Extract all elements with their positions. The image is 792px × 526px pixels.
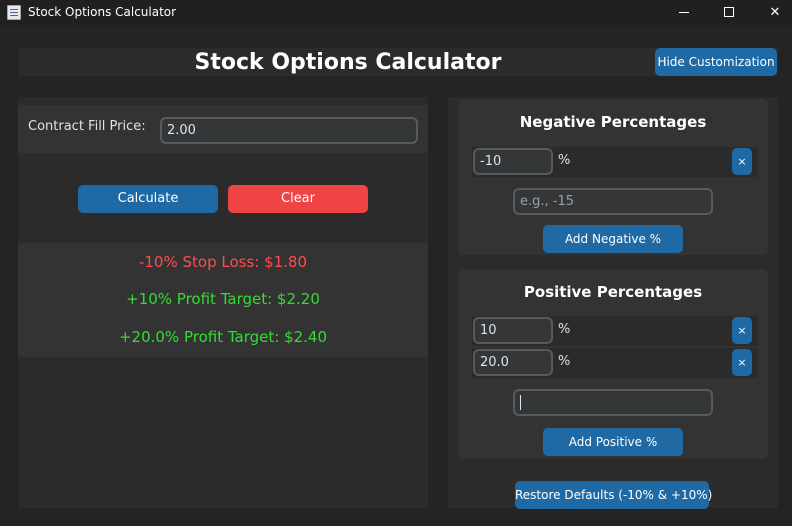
customization-panel: Negative Percentages -10 % × e.g., -15 A… [448,97,778,509]
minimize-button[interactable] [662,0,708,26]
close-icon: ✕ [769,5,781,20]
add-negative-button[interactable]: Add Negative % [543,225,683,253]
remove-positive-button[interactable]: × [732,317,752,344]
positive-entry-input[interactable] [513,389,713,416]
clear-button[interactable]: Clear [228,185,368,213]
remove-icon: × [737,155,747,168]
percent-sign: % [558,153,571,168]
stop-loss-result: -10% Stop Loss: $1.80 [138,253,308,271]
remove-negative-button[interactable]: × [732,148,752,175]
positive-value-input[interactable]: 10 [473,317,553,344]
hide-customization-button[interactable]: Hide Customization [655,48,777,76]
close-button[interactable]: ✕ [752,0,792,26]
remove-positive-button[interactable]: × [732,349,752,376]
fill-price-row: Contract Fill Price: 2.00 [18,105,428,153]
maximize-icon [724,7,734,17]
text-cursor [520,395,521,410]
percent-sign: % [558,354,571,369]
negative-section-title: Negative Percentages [519,113,707,131]
calculator-panel: Contract Fill Price: 2.00 Calculate Clea… [18,97,428,508]
minimize-icon [679,12,689,13]
app-icon [7,5,21,20]
positive-percentages-section: Positive Percentages 10 % × 20.0 % × Add… [458,269,768,459]
fill-price-input[interactable]: 2.00 [160,117,418,144]
profit-target-result: +20.0% Profit Target: $2.40 [118,328,328,346]
remove-icon: × [737,324,747,337]
percent-sign: % [558,322,571,337]
negative-value-input[interactable]: -10 [473,148,553,175]
title-bar: Stock Options Calculator ✕ [0,0,792,26]
results-panel: -10% Stop Loss: $1.80 +10% Profit Target… [18,243,428,357]
remove-icon: × [737,356,747,369]
profit-target-result: +10% Profit Target: $2.20 [126,290,320,308]
header-bar: Stock Options Calculator Hide Customizat… [18,48,778,76]
add-positive-button[interactable]: Add Positive % [543,428,683,456]
window-title: Stock Options Calculator [28,5,177,19]
restore-defaults-button[interactable]: Restore Defaults (-10% & +10%) [515,481,712,509]
maximize-button[interactable] [706,0,752,26]
negative-percentages-section: Negative Percentages -10 % × e.g., -15 A… [458,99,768,255]
positive-section-title: Positive Percentages [523,283,703,301]
calculate-button[interactable]: Calculate [78,185,218,213]
page-title: Stock Options Calculator [194,50,502,75]
negative-entry-input[interactable]: e.g., -15 [513,188,713,215]
app-window: Stock Options Calculator ✕ Stock Options… [0,0,792,526]
fill-price-label: Contract Fill Price: [28,119,146,134]
positive-value-input[interactable]: 20.0 [473,349,553,376]
